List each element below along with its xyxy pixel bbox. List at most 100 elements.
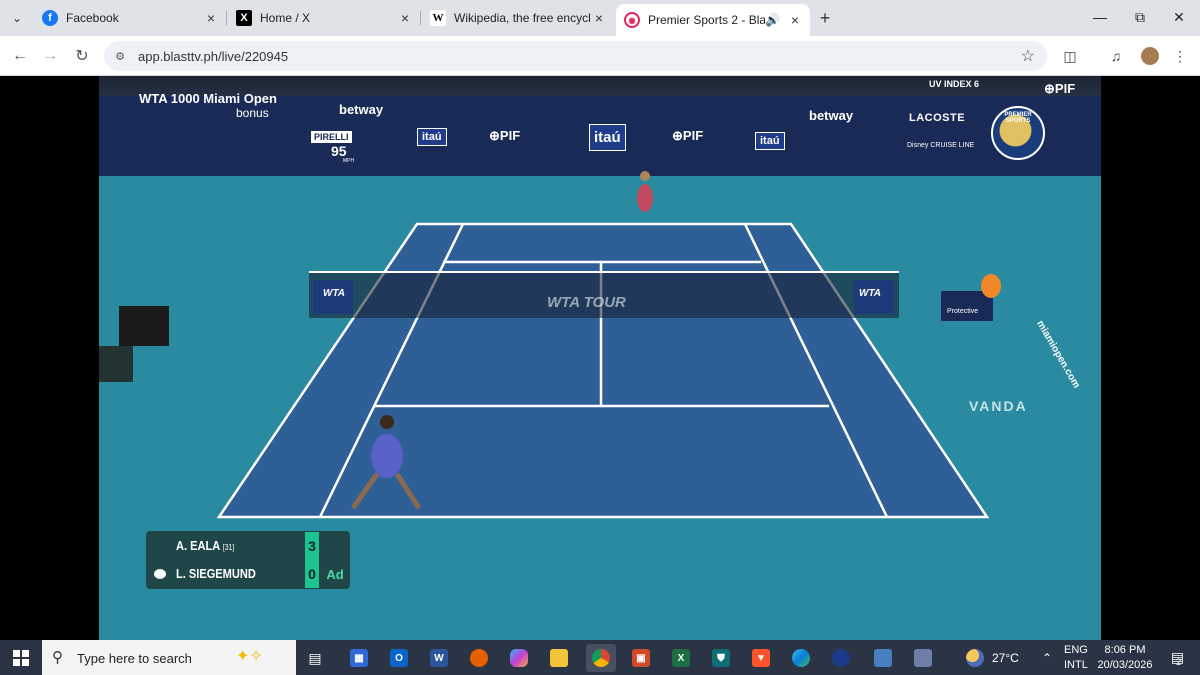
taskbar-app-red[interactable]: ▣ xyxy=(626,644,656,672)
taskbar-firefox[interactable] xyxy=(464,644,494,672)
taskbar-photos[interactable] xyxy=(868,644,898,672)
reload-button[interactable]: ↻ xyxy=(70,44,94,68)
taskbar-word[interactable]: W xyxy=(424,644,454,672)
close-icon[interactable]: × xyxy=(396,9,414,27)
taskbar-app-image[interactable] xyxy=(908,644,938,672)
taskbar-search[interactable]: ⚲ Type here to search ✦✧ xyxy=(42,640,296,675)
app-icon: ⛊ xyxy=(712,649,730,667)
player-name: L. SIEGEMUND xyxy=(176,566,256,581)
copilot-sparkle-icon: ✦✧ xyxy=(236,648,263,665)
extensions-icon[interactable]: ◫ xyxy=(1058,44,1082,68)
taskbar-chrome[interactable] xyxy=(586,644,616,672)
letterbox-left xyxy=(0,76,99,640)
brave-icon: ▼ xyxy=(752,649,770,667)
firefox-icon xyxy=(470,649,488,667)
taskbar-excel[interactable]: X xyxy=(666,644,696,672)
serving-ball-icon xyxy=(154,569,166,579)
ad-protective: Protective xyxy=(947,308,979,315)
input-language[interactable]: ENG INTL xyxy=(1064,640,1088,675)
language-code: ENG xyxy=(1064,643,1088,656)
outlook-icon: O xyxy=(390,649,408,667)
taskbar-store[interactable]: ▦ xyxy=(344,644,374,672)
speaker-icon[interactable]: 🔊 xyxy=(765,13,780,27)
tab-premier-sports[interactable]: ◉ Premier Sports 2 - Blast 🔊 × xyxy=(616,4,810,36)
close-icon[interactable]: × xyxy=(786,11,804,29)
folder-icon xyxy=(550,649,568,667)
clock-date: 20/03/2026 xyxy=(1097,658,1153,671)
menu-kebab-icon[interactable]: ⋮ xyxy=(1168,44,1192,68)
task-view-icon: ▤ xyxy=(308,649,322,666)
weather-icon xyxy=(966,648,984,667)
taskbar-edge[interactable] xyxy=(786,644,816,672)
clock[interactable]: 8:06 PM 20/03/2026 xyxy=(1096,640,1154,675)
facebook-icon: f xyxy=(42,10,58,26)
player-points: Ad xyxy=(326,566,344,582)
presentation-icon: ▣ xyxy=(632,649,650,667)
copilot-icon xyxy=(510,649,528,667)
weather-widget[interactable]: 27°C xyxy=(966,640,1019,675)
search-icon: ⚲ xyxy=(52,649,63,666)
premier-sports-logo: PREMIER SPORTS xyxy=(991,106,1045,160)
start-button[interactable] xyxy=(0,640,42,675)
close-window-button[interactable]: ✕ xyxy=(1164,5,1194,29)
restore-button[interactable]: ⧉ xyxy=(1125,5,1155,29)
scoreboard-row: A. EALA [31] 3 xyxy=(146,532,350,560)
address-bar[interactable]: ⚙ app.blasttv.ph/live/220945 ☆ xyxy=(104,41,1047,71)
taskbar-copilot[interactable] xyxy=(504,644,534,672)
image-viewer-icon xyxy=(914,649,932,667)
store-icon: ▦ xyxy=(350,649,368,667)
net-wta-tour: WTA TOUR xyxy=(547,294,626,311)
video-player[interactable]: betway betway itaú itaú itaú ⊕PIF ⊕PIF ⊕… xyxy=(99,76,1101,640)
player-name: A. EALA [31] xyxy=(176,538,235,553)
url-text: app.blasttv.ph/live/220945 xyxy=(138,49,289,64)
taskbar-app-teal[interactable]: ⛊ xyxy=(706,644,736,672)
player-sets: 3 xyxy=(305,532,319,560)
browser-toolbar: ← → ↻ ⚙ app.blasttv.ph/live/220945 ☆ ◫ ♫… xyxy=(0,36,1200,76)
tab-title: Wikipedia, the free encyclop xyxy=(454,11,590,25)
net-wta-left: WTA xyxy=(323,288,346,299)
show-hidden-icons[interactable]: ⌃ xyxy=(1042,640,1052,675)
tab-title: Premier Sports 2 - Blast xyxy=(648,13,766,27)
profile-avatar[interactable] xyxy=(1138,44,1162,68)
x-logo-icon: X xyxy=(236,10,252,26)
tab-search-button[interactable]: ⌄ xyxy=(6,7,28,29)
notification-count: 2 xyxy=(1176,656,1182,667)
site-info-icon[interactable]: ⚙ xyxy=(112,48,128,64)
scoreboard-row: L. SIEGEMUND 0 Ad xyxy=(146,560,350,588)
chevron-down-icon: ⌄ xyxy=(11,11,23,25)
blasttv-icon: ◉ xyxy=(624,12,640,28)
bookmark-star-icon[interactable]: ☆ xyxy=(1021,46,1035,66)
scoreboard: A. EALA [31] 3 L. SIEGEMUND 0 Ad xyxy=(146,531,350,589)
windows-taskbar: ⚲ Type here to search ✦✧ ▤ ▦ O W ▣ X ⛊ ▼… xyxy=(0,640,1200,675)
letterbox-right xyxy=(1101,76,1200,640)
clock-time: 8:06 PM xyxy=(1104,643,1146,656)
weather-temp: 27°C xyxy=(992,650,1019,665)
close-icon[interactable]: × xyxy=(202,9,220,27)
media-controls-icon[interactable]: ♫ xyxy=(1104,44,1128,68)
back-button[interactable]: ← xyxy=(8,44,32,68)
tab-facebook[interactable]: f Facebook × xyxy=(34,5,227,31)
net-wta-right: WTA xyxy=(859,288,882,299)
excel-icon: X xyxy=(672,649,690,667)
wikipedia-icon: W xyxy=(430,10,446,26)
taskbar-brave[interactable]: ▼ xyxy=(746,644,776,672)
tab-wikipedia[interactable]: W Wikipedia, the free encyclop × xyxy=(422,5,614,31)
minimize-button[interactable]: — xyxy=(1085,5,1115,29)
tab-x[interactable]: X Home / X × xyxy=(228,5,421,31)
search-placeholder: Type here to search xyxy=(77,651,192,666)
task-view-button[interactable]: ▤ xyxy=(300,644,330,672)
tab-strip: ⌄ f Facebook × X Home / X × W Wikipedia,… xyxy=(0,0,1200,36)
taskbar-file-explorer[interactable] xyxy=(544,644,574,672)
windows-logo-icon xyxy=(13,649,29,666)
taskbar-app-blue[interactable] xyxy=(826,644,856,672)
forward-button[interactable]: → xyxy=(38,44,62,68)
notifications-button[interactable]: ▤ 2 xyxy=(1164,640,1188,675)
tab-title: Home / X xyxy=(260,11,311,25)
edge-icon xyxy=(792,649,810,667)
chrome-icon xyxy=(592,649,610,667)
close-icon[interactable]: × xyxy=(590,9,608,27)
player-sets: 0 xyxy=(305,560,319,588)
browser-icon xyxy=(832,649,850,667)
new-tab-button[interactable]: + xyxy=(814,7,836,29)
taskbar-outlook[interactable]: O xyxy=(384,644,414,672)
